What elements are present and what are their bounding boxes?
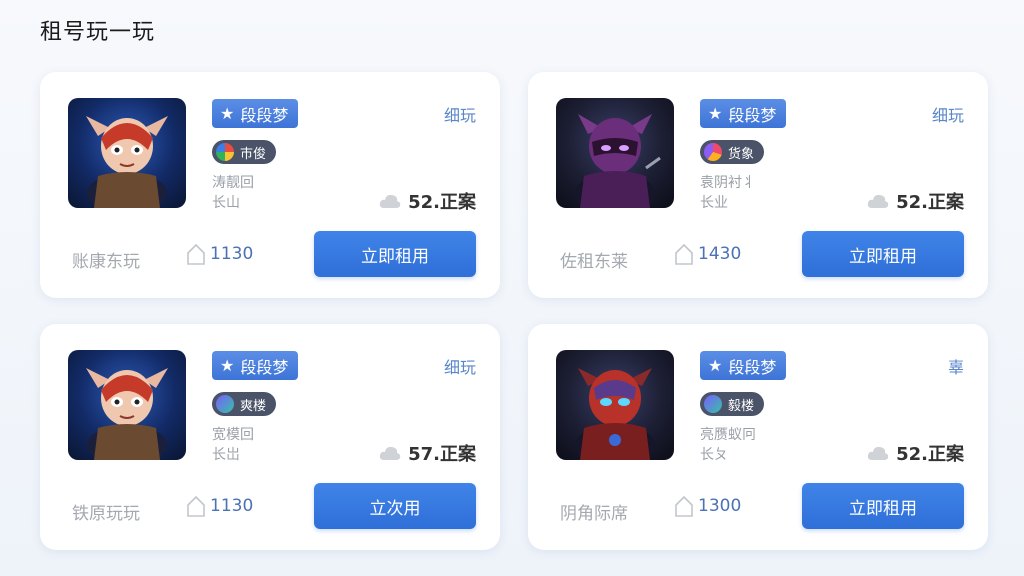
account-card[interactable]: ★ 段段梦 爽楼 宽模回 长岀 细玩 57.正案 铁原玩玩 1130 立次用 (40, 324, 500, 550)
platform-badge: 货象 (700, 140, 765, 164)
card-tag: 细玩 (443, 106, 476, 125)
cloud-icon (379, 194, 401, 208)
cloud-icon (867, 194, 889, 208)
price-value: 57.正案 (408, 444, 476, 465)
rent-count: 1430 (674, 242, 741, 266)
account-card[interactable]: ★ 段段梦 毅楼 亮赝蚁冋 长ㄆ 辜 52.正案 阴角际席 1300 立即租用 (528, 324, 988, 550)
rank-label: 段段梦 (728, 357, 777, 377)
rent-count: 1300 (674, 494, 741, 518)
platform-label: 货象 (728, 146, 755, 162)
price: 57.正案 (378, 440, 476, 466)
rent-button[interactable]: 立即租用 (314, 231, 476, 277)
house-icon (675, 495, 693, 517)
rank-label: 段段梦 (240, 105, 289, 125)
rent-count: 1130 (186, 242, 253, 266)
house-icon (187, 243, 205, 265)
card-desc-line2: 长业 (700, 195, 728, 211)
star-icon: ★ (220, 103, 235, 123)
count-value: 1130 (210, 496, 254, 516)
rent-button[interactable]: 立即租用 (802, 231, 964, 277)
robot-elf-avatar (68, 350, 186, 460)
rent-button[interactable]: 立即租用 (802, 483, 964, 529)
platform-label: 毅楼 (728, 398, 755, 414)
purple-ninja-avatar (556, 98, 674, 208)
star-icon: ★ (220, 355, 235, 375)
platform-icon (704, 395, 722, 413)
cloud-icon (379, 446, 401, 460)
card-tag: 细玩 (931, 106, 964, 125)
price: 52.正案 (866, 188, 964, 214)
rank-badge: ★ 段段梦 (212, 351, 299, 380)
account-card[interactable]: ★ 段段梦 货象 袁阴衬丬 长业 细玩 52.正案 佐租东莱 1430 立即租用 (528, 72, 988, 298)
platform-badge: 爽楼 (212, 392, 277, 416)
page-title: 租号玩一玩 (40, 20, 156, 45)
rank-badge: ★ 段段梦 (700, 351, 787, 380)
platform-icon (216, 395, 234, 413)
red-robot-avatar (556, 350, 674, 460)
rent-count: 1130 (186, 494, 253, 518)
card-desc-line1: 袁阴衬丬 (700, 175, 756, 191)
rank-badge: ★ 段段梦 (700, 99, 787, 128)
platform-label: 爽楼 (240, 398, 267, 414)
price: 52.正案 (378, 188, 476, 214)
platform-badge: 巿俊 (212, 140, 277, 164)
card-desc-line2: 长ㄆ (700, 447, 728, 463)
card-desc-line2: 长岀 (212, 447, 240, 463)
price-value: 52.正案 (408, 192, 476, 213)
card-desc-line1: 涛靓回 (212, 175, 254, 191)
card-desc-line1: 亮赝蚁冋 (700, 427, 756, 443)
card-tag: 辜 (947, 358, 964, 377)
star-icon: ★ (708, 103, 723, 123)
rank-label: 段段梦 (240, 357, 289, 377)
platform-badge: 毅楼 (700, 392, 765, 416)
platform-label: 巿俊 (240, 146, 267, 162)
house-icon (675, 243, 693, 265)
price-value: 52.正案 (896, 192, 964, 213)
count-value: 1130 (210, 244, 254, 264)
platform-icon (704, 143, 722, 161)
owner-name: 账康东玩 (72, 252, 140, 272)
price: 52.正案 (866, 440, 964, 466)
house-icon (187, 495, 205, 517)
cloud-icon (867, 446, 889, 460)
card-desc-line1: 宽模回 (212, 427, 254, 443)
count-value: 1300 (698, 496, 742, 516)
price-value: 52.正案 (896, 444, 964, 465)
owner-name: 铁原玩玩 (72, 504, 140, 524)
platform-icon (216, 143, 234, 161)
account-card[interactable]: ★ 段段梦 巿俊 涛靓回 长山 细玩 52.正案 账康东玩 1130 立即租用 (40, 72, 500, 298)
star-icon: ★ (708, 355, 723, 375)
count-value: 1430 (698, 244, 742, 264)
rent-button[interactable]: 立次用 (314, 483, 476, 529)
owner-name: 佐租东莱 (560, 252, 628, 272)
rank-label: 段段梦 (728, 105, 777, 125)
rank-badge: ★ 段段梦 (212, 99, 299, 128)
robot-elf-avatar (68, 98, 186, 208)
owner-name: 阴角际席 (560, 504, 628, 524)
card-tag: 细玩 (443, 358, 476, 377)
card-desc-line2: 长山 (212, 195, 240, 211)
